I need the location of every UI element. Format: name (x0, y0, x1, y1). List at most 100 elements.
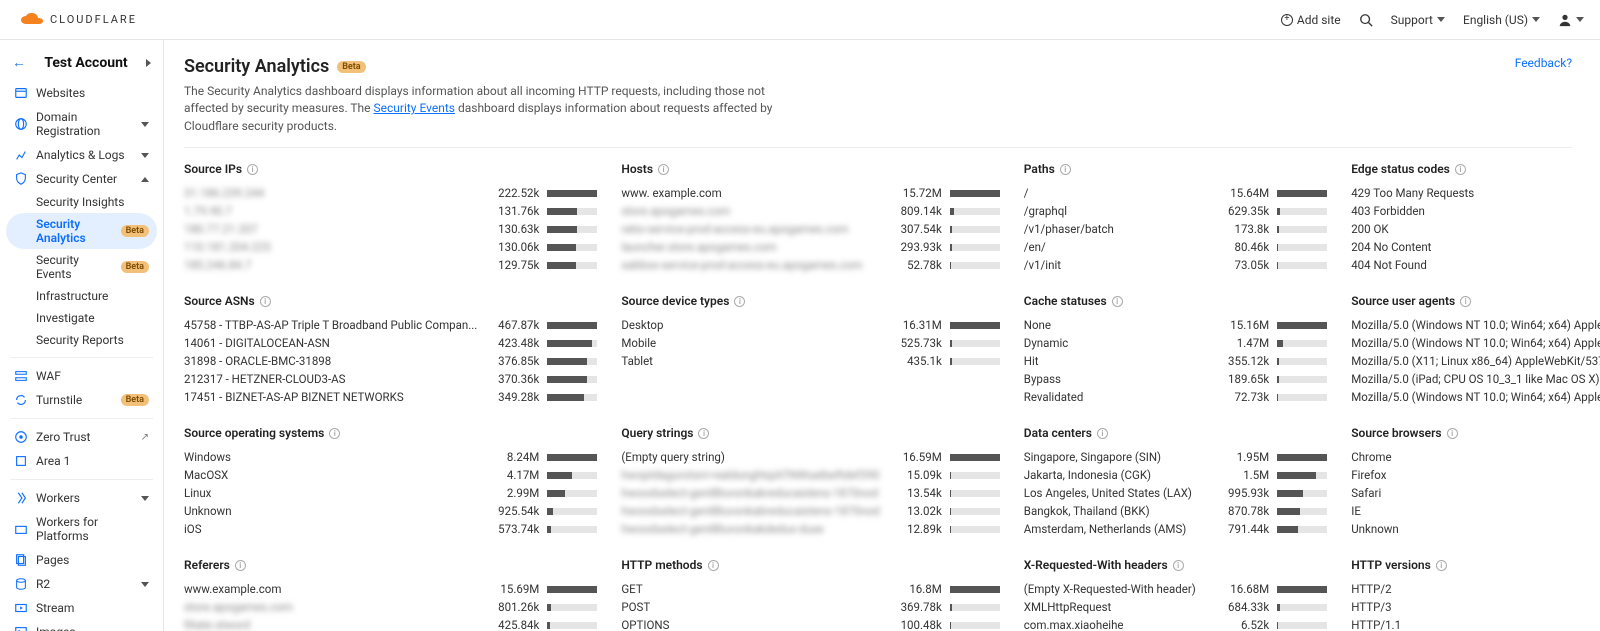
sidebar-sub-security-reports[interactable]: Security Reports (6, 329, 157, 351)
stats-row[interactable]: None15.16M (1024, 316, 1327, 334)
info-icon[interactable]: i (329, 428, 340, 439)
info-icon[interactable]: i (1447, 428, 1458, 439)
stats-row[interactable]: Mozilla/5.0 (Windows NT 10.0; Win64; x64… (1351, 334, 1600, 352)
stats-row[interactable]: xabbox-service-prod-access-eu.apogames.c… (621, 256, 999, 274)
stats-row[interactable]: com.max.xiaoheihe6.52k (1024, 616, 1327, 631)
stats-row[interactable]: www.example.com15.69M (184, 580, 597, 598)
stats-row[interactable]: POST369.78k (621, 598, 999, 616)
stats-row[interactable]: Dynamic1.47M (1024, 334, 1327, 352)
sidebar-item-r2[interactable]: R2 (6, 572, 157, 596)
user-menu[interactable] (1558, 13, 1584, 27)
info-icon[interactable]: i (698, 428, 709, 439)
stats-row[interactable]: HTTP/1.131.6k (1351, 616, 1600, 631)
back-arrow-icon[interactable]: ← (12, 54, 26, 71)
stats-row[interactable]: store.apogames.com801.26k (184, 598, 597, 616)
stats-row[interactable]: Safari1.23M (1351, 484, 1600, 502)
sidebar-sub-infrastructure[interactable]: Infrastructure (6, 285, 157, 307)
stats-row[interactable]: /15.64M (1024, 184, 1327, 202)
sidebar-item-area1[interactable]: Area 1 (6, 449, 157, 473)
sidebar-item-zero-trust[interactable]: Zero Trust ↗ (6, 425, 157, 449)
sidebar-item-waf[interactable]: WAF (6, 364, 157, 388)
sidebar-item-analytics-logs[interactable]: Analytics & Logs (6, 143, 157, 167)
stats-row[interactable]: Singapore, Singapore (SIN)1.95M (1024, 448, 1327, 466)
sidebar-item-stream[interactable]: Stream (6, 596, 157, 620)
sidebar-item-websites[interactable]: Websites (6, 81, 157, 105)
info-icon[interactable]: i (1460, 296, 1471, 307)
info-icon[interactable]: i (247, 164, 258, 175)
stats-row[interactable]: Los Angeles, United States (LAX)995.93k (1024, 484, 1327, 502)
info-icon[interactable]: i (235, 560, 246, 571)
language-menu[interactable]: English (US) (1463, 13, 1540, 27)
stats-row[interactable]: 185.246.84.7129.75k (184, 256, 597, 274)
info-icon[interactable]: i (260, 296, 271, 307)
sidebar-sub-security-events[interactable]: Security Events Beta (6, 249, 157, 285)
stats-row[interactable]: 404 Not Found211.58k (1351, 256, 1600, 274)
sidebar-item-security-center[interactable]: Security Center (6, 167, 157, 191)
stats-row[interactable]: Jakarta, Indonesia (CGK)1.5M (1024, 466, 1327, 484)
stats-row[interactable]: /v1/init73.05k (1024, 256, 1327, 274)
stats-row[interactable]: Mozilla/5.0 (Windows NT 10.0; Win64; x64… (1351, 316, 1600, 334)
account-selector[interactable]: ← Test Account (6, 50, 157, 81)
info-icon[interactable]: i (1112, 296, 1123, 307)
stats-row[interactable]: 1.79.90.7131.76k (184, 202, 597, 220)
stats-row[interactable]: www. example.com15.72M (621, 184, 999, 202)
stats-row[interactable]: hwoodselect-gentBluvonkakreducaixlens-18… (621, 484, 999, 502)
stats-row[interactable]: IE960.22k (1351, 502, 1600, 520)
stats-row[interactable]: 200 OK1.22M (1351, 220, 1600, 238)
stats-row[interactable]: Hit355.12k (1024, 352, 1327, 370)
stats-row[interactable]: Firefox4.77M (1351, 466, 1600, 484)
info-icon[interactable]: i (1436, 560, 1447, 571)
stats-row[interactable]: OPTIONS100.48k (621, 616, 999, 631)
stats-row[interactable]: 204 No Content245.15k (1351, 238, 1600, 256)
stats-row[interactable]: XMLHttpRequest684.33k (1024, 598, 1327, 616)
stats-row[interactable]: HTTP/216.16M (1351, 580, 1600, 598)
stats-row[interactable]: Mozilla/5.0 (X11; Linux x86_64) AppleWeb… (1351, 352, 1600, 370)
stats-row[interactable]: Amsterdam, Netherlands (AMS)791.44k (1024, 520, 1327, 538)
stats-row[interactable]: 110.181.204.225130.06k (184, 238, 597, 256)
stats-row[interactable]: 31898 - ORACLE-BMC-31898376.85k (184, 352, 597, 370)
stats-row[interactable]: HTTP/31.08M (1351, 598, 1600, 616)
stats-row[interactable]: 14061 - DIGITALOCEAN-ASN423.48k (184, 334, 597, 352)
stats-row[interactable]: MacOSX4.17M (184, 466, 597, 484)
sidebar-item-turnstile[interactable]: Turnstile Beta (6, 388, 157, 412)
info-icon[interactable]: i (708, 560, 719, 571)
stats-row[interactable]: 212317 - HETZNER-CLOUD3-AS370.36k (184, 370, 597, 388)
stats-row[interactable]: Unknown925.54k (184, 502, 597, 520)
stats-row[interactable]: Chrome7.34M (1351, 448, 1600, 466)
stats-row[interactable]: Linux2.99M (184, 484, 597, 502)
sidebar-sub-investigate[interactable]: Investigate (6, 307, 157, 329)
security-events-link[interactable]: Security Events (374, 101, 455, 115)
stats-row[interactable]: 429 Too Many Requests13.01M (1351, 184, 1600, 202)
stats-row[interactable]: GET16.8M (621, 580, 999, 598)
sidebar-item-domain-registration[interactable]: Domain Registration (6, 105, 157, 143)
stats-row[interactable]: hwoodselect-gentBluvonkakdedux-duxe12.89… (621, 520, 999, 538)
stats-row[interactable]: store.apogames.com809.14k (621, 202, 999, 220)
stats-row[interactable]: Revalidated72.73k (1024, 388, 1327, 406)
feedback-link[interactable]: Feedback? (1515, 56, 1572, 70)
stats-row[interactable]: Mobile525.73k (621, 334, 999, 352)
stats-row[interactable]: (Empty X-Requested-With header)16.68M (1024, 580, 1327, 598)
stats-row[interactable]: launcher.store.apogames.com293.93k (621, 238, 999, 256)
sidebar-item-pages[interactable]: Pages (6, 548, 157, 572)
info-icon[interactable]: i (1173, 560, 1184, 571)
stats-row[interactable]: Desktop16.31M (621, 316, 999, 334)
stats-row[interactable]: hwoptdagurotsm=ealdunghtqiATNWsatbeftdef… (621, 466, 999, 484)
stats-row[interactable]: 17451 - BIZNET-AS-AP BIZNET NETWORKS349.… (184, 388, 597, 406)
stats-row[interactable]: filiate.stword425.84k (184, 616, 597, 631)
stats-row[interactable]: hwoodselect-gentBluvonkabreducaixtens-18… (621, 502, 999, 520)
sidebar-sub-security-insights[interactable]: Security Insights (6, 191, 157, 213)
stats-row[interactable]: Unknown923.28k (1351, 520, 1600, 538)
stats-row[interactable]: 403 Forbidden2.05M (1351, 202, 1600, 220)
sidebar-item-workers-for-platforms[interactable]: Workers for Platforms (6, 510, 157, 548)
stats-row[interactable]: Mozilla/5.0 (iPad; CPU OS 10_3_1 like Ma… (1351, 370, 1600, 388)
stats-row[interactable]: Mozilla/5.0 (Windows NT 10.0; Win64; x64… (1351, 388, 1600, 406)
stats-row[interactable]: iOS573.74k (184, 520, 597, 538)
sidebar-item-images[interactable]: Images (6, 620, 157, 631)
stats-row[interactable]: 31.186.239.244222.52k (184, 184, 597, 202)
info-icon[interactable]: i (658, 164, 669, 175)
stats-row[interactable]: (Empty query string)16.59M (621, 448, 999, 466)
stats-row[interactable]: Bypass189.65k (1024, 370, 1327, 388)
stats-row[interactable]: ratio-service-prod-access-eu.apogames.co… (621, 220, 999, 238)
stats-row[interactable]: 180.77.21.207130.63k (184, 220, 597, 238)
stats-row[interactable]: 45758 - TTBP-AS-AP Triple T Broadband Pu… (184, 316, 597, 334)
